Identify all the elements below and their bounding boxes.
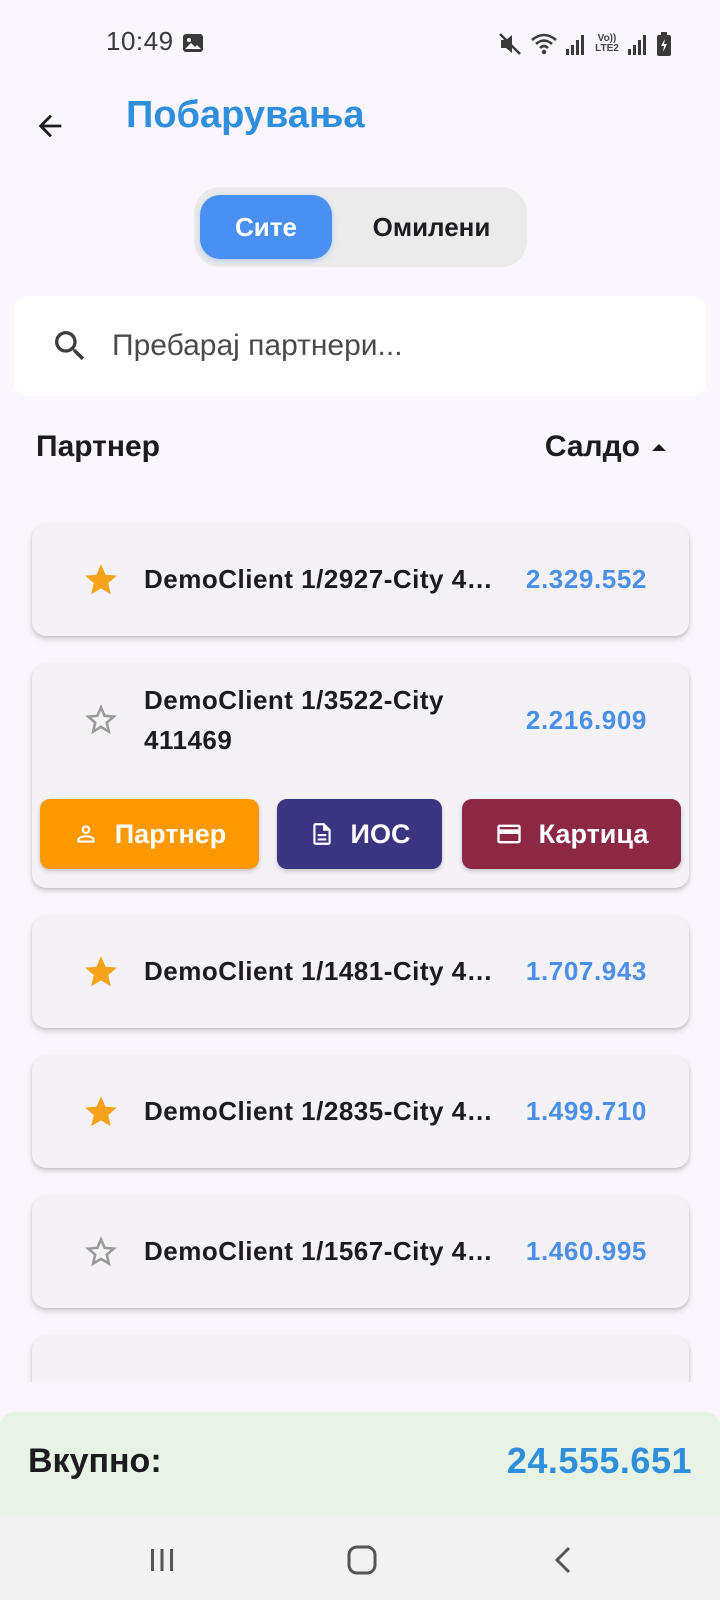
status-icons: Vo)) LTE2 — [497, 30, 672, 58]
list-item[interactable]: DemoClient 1/1481-City 4… 1.707.943 — [32, 916, 689, 1028]
ios-button[interactable]: ИОС — [277, 799, 442, 869]
partner-name: DemoClient 1/2927-City 4… — [144, 564, 494, 594]
partner-list: DemoClient 1/2927-City 4… 2.329.552 Demo… — [0, 500, 720, 1382]
signal-icon — [628, 35, 646, 55]
star-filled-icon[interactable] — [82, 561, 120, 599]
partner-name: DemoClient 1/1567-City 4… — [144, 1236, 494, 1266]
star-outline-icon[interactable] — [82, 1233, 120, 1271]
column-partner: Партнер — [36, 430, 160, 463]
list-item[interactable] — [32, 1336, 689, 1382]
card-button[interactable]: Картица — [462, 799, 681, 869]
arrow-back-icon — [38, 114, 62, 138]
nav-back-icon — [554, 1546, 571, 1574]
signal-icon — [566, 35, 584, 55]
search-box — [14, 296, 706, 396]
battery-icon — [657, 32, 671, 56]
segment-favorites[interactable]: Омилени — [344, 195, 519, 259]
person-icon — [77, 825, 95, 843]
status-bar: 10:49 Vo)) LTE2 — [0, 0, 720, 88]
total-label: Вкупно: — [28, 1442, 162, 1480]
partner-amount: 1.460.995 — [525, 1236, 647, 1266]
partner-name: DemoClient 1/3522-City 411469 — [144, 685, 444, 755]
list-item[interactable]: DemoClient 1/2927-City 4… 2.329.552 — [32, 524, 689, 636]
filter-toggle: Сите Омилени — [194, 187, 527, 267]
total-bar: Вкупно: 24.555.651 — [0, 1412, 720, 1516]
partner-amount: 1.707.943 — [525, 956, 647, 986]
partner-amount: 2.216.909 — [525, 705, 647, 735]
system-nav-bar — [0, 1516, 720, 1600]
partner-button-label: Партнер — [114, 818, 227, 849]
arrow-drop-up-icon — [652, 444, 666, 451]
total-value: 24.555.651 — [506, 1440, 692, 1481]
app-bar: Побарувања — [0, 88, 720, 188]
partner-button[interactable]: Партнер — [40, 799, 259, 869]
partner-amount: 2.329.552 — [525, 564, 647, 594]
star-filled-icon[interactable] — [82, 1093, 120, 1131]
credit-card-icon — [496, 824, 521, 844]
column-header: Партнер Салдо — [0, 425, 720, 475]
home-button[interactable] — [340, 1538, 384, 1582]
recent-apps-icon — [151, 1549, 173, 1571]
list-item[interactable]: DemoClient 1/2835-City 4… 1.499.710 — [32, 1056, 689, 1168]
gallery-icon — [183, 34, 203, 52]
list-item[interactable]: DemoClient 1/1567-City 4… 1.460.995 — [32, 1196, 689, 1308]
back-button[interactable] — [24, 100, 76, 152]
status-time: 10:49 — [106, 26, 174, 56]
sort-saldo-button[interactable]: Салдо — [545, 430, 668, 464]
search-input[interactable] — [112, 318, 672, 374]
nav-back-button[interactable] — [542, 1538, 586, 1582]
partner-amount: 1.499.710 — [525, 1096, 647, 1126]
home-icon — [347, 1545, 377, 1575]
mute-icon — [499, 33, 521, 55]
page-title: Побарувања — [126, 94, 365, 136]
segment-all[interactable]: Сите — [200, 195, 332, 259]
star-filled-icon[interactable] — [82, 953, 120, 991]
volte-icon: Vo)) LTE2 — [594, 34, 620, 54]
star-outline-icon[interactable] — [82, 701, 120, 739]
recent-apps-button[interactable] — [140, 1538, 184, 1582]
partner-name: DemoClient 1/2835-City 4… — [144, 1096, 494, 1126]
wifi-icon — [531, 33, 557, 55]
partner-name: DemoClient 1/1481-City 4… — [144, 956, 494, 986]
search-icon — [55, 331, 85, 361]
ios-button-label: ИОС — [350, 818, 411, 849]
list-item-expanded[interactable]: DemoClient 1/3522-City 411469 2.216.909 … — [32, 664, 689, 888]
volte-line2: LTE2 — [595, 43, 619, 54]
document-icon — [312, 823, 331, 845]
column-saldo-label: Салдо — [544, 430, 640, 463]
card-button-label: Картица — [538, 818, 649, 849]
